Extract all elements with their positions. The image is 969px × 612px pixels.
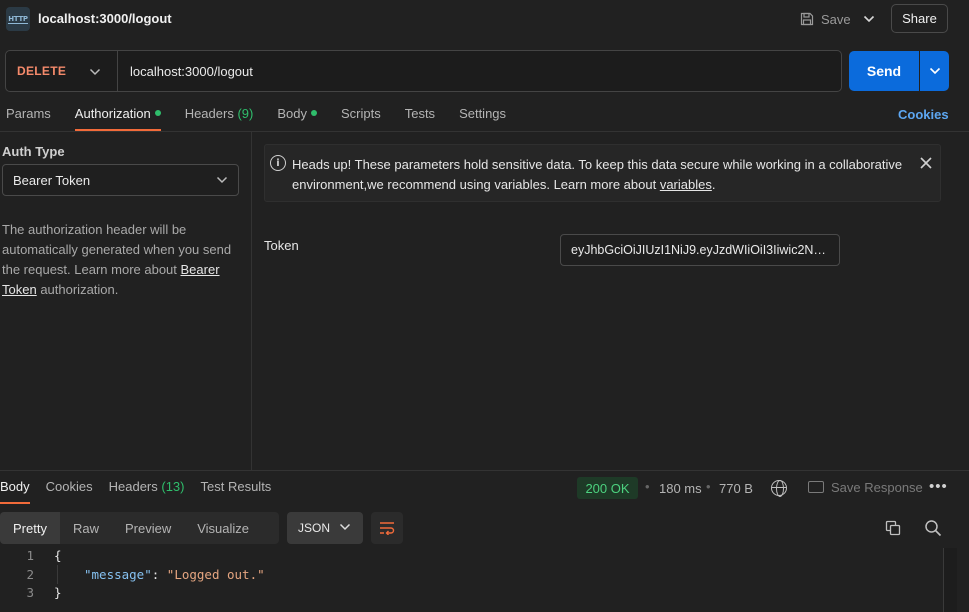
copy-icon[interactable] bbox=[885, 520, 901, 536]
save-response-icon bbox=[808, 481, 824, 493]
tab-headers[interactable]: Headers (9) bbox=[185, 106, 254, 130]
auth-desc-text-end: authorization. bbox=[36, 282, 119, 297]
tab-label: Authorization bbox=[74, 106, 151, 121]
http-icon-text: HTTP bbox=[8, 14, 28, 24]
tab-settings[interactable]: Settings bbox=[459, 106, 506, 130]
json-key: "message" bbox=[84, 566, 152, 582]
line-number: 1 bbox=[26, 548, 34, 563]
close-icon[interactable] bbox=[920, 156, 932, 174]
tab-tests[interactable]: Tests bbox=[405, 106, 435, 130]
line-number: 3 bbox=[26, 585, 34, 600]
mode-pretty[interactable]: Pretty bbox=[0, 512, 60, 544]
status-dot bbox=[310, 110, 317, 116]
json-colon: : bbox=[151, 566, 167, 582]
url-input[interactable]: localhost:3000/logout bbox=[130, 64, 253, 79]
tab-label: Tests bbox=[404, 106, 436, 121]
status-dot bbox=[154, 110, 161, 116]
tab-response-headers[interactable]: Headers (13) bbox=[109, 479, 185, 503]
code-line: 2 "message": "Logged out." bbox=[0, 566, 944, 585]
body-view-modes: Pretty Raw Preview Visualize bbox=[0, 512, 279, 544]
separator-dot: • bbox=[706, 479, 711, 494]
auth-type-label: Auth Type bbox=[2, 144, 65, 159]
http-file-icon: HTTP bbox=[6, 7, 30, 31]
tab-response-body[interactable]: Body bbox=[0, 479, 30, 504]
code-line: 3} bbox=[0, 584, 944, 603]
indent-guide bbox=[57, 565, 58, 584]
divider bbox=[0, 131, 969, 132]
auth-type-select[interactable]: Bearer Token bbox=[2, 164, 239, 196]
variables-link[interactable]: variables bbox=[660, 177, 712, 192]
response-tabs: Body Cookies Headers (13) Test Results bbox=[0, 479, 287, 504]
auth-description: The authorization header will be automat… bbox=[2, 220, 242, 300]
send-options-button[interactable] bbox=[920, 51, 949, 91]
sensitive-data-alert: i Heads up! These parameters hold sensit… bbox=[264, 144, 941, 202]
tab-label: Body bbox=[277, 106, 307, 121]
auth-type-value: Bearer Token bbox=[13, 173, 91, 188]
url-bar: DELETE localhost:3000/logout bbox=[5, 50, 842, 92]
save-icon bbox=[800, 12, 814, 26]
tab-label: Scripts bbox=[340, 106, 381, 121]
save-response-button[interactable]: Save Response bbox=[831, 480, 923, 495]
tab-label: Params bbox=[6, 106, 51, 121]
divider bbox=[0, 470, 969, 471]
alert-text: Heads up! These parameters hold sensitiv… bbox=[292, 155, 912, 195]
code-text: } bbox=[54, 585, 62, 600]
request-title[interactable]: localhost:3000/logout bbox=[38, 11, 172, 26]
response-body-code[interactable]: 1{ 2 "message": "Logged out." 3} bbox=[0, 547, 944, 603]
separator-dot: • bbox=[645, 479, 650, 494]
tab-scripts[interactable]: Scripts bbox=[341, 106, 381, 130]
tab-label: Settings bbox=[459, 106, 507, 121]
share-button[interactable]: Share bbox=[891, 4, 948, 33]
save-options-button[interactable] bbox=[857, 8, 881, 30]
token-input[interactable]: eyJhbGciOiJIUzI1NiJ9.eyJzdWIiOiI3Iiwic2N… bbox=[560, 234, 840, 266]
top-bar: HTTP localhost:3000/logout Save Share bbox=[0, 0, 969, 38]
code-text: { bbox=[54, 548, 62, 563]
status-badge[interactable]: 200 OK bbox=[577, 477, 638, 499]
alert-end: . bbox=[711, 177, 716, 192]
mode-preview[interactable]: Preview bbox=[112, 512, 184, 544]
response-size[interactable]: 770 B bbox=[719, 481, 753, 496]
divider bbox=[117, 51, 118, 91]
send-button[interactable]: Send bbox=[849, 51, 919, 91]
more-options-icon[interactable]: ••• bbox=[929, 478, 948, 495]
chevron-down-icon bbox=[339, 520, 351, 534]
headers-count: (13) bbox=[161, 479, 185, 494]
method-select[interactable]: DELETE bbox=[17, 64, 66, 78]
format-value: JSON bbox=[298, 521, 331, 535]
scrollbar[interactable] bbox=[943, 548, 957, 612]
info-icon: i bbox=[270, 155, 286, 171]
tab-label: Headers bbox=[108, 479, 158, 494]
alert-message: Heads up! These parameters hold sensitiv… bbox=[292, 157, 903, 192]
chevron-down-icon bbox=[929, 67, 940, 75]
json-value: "Logged out." bbox=[166, 566, 265, 582]
response-time[interactable]: 180 ms bbox=[659, 481, 702, 496]
headers-count: (9) bbox=[237, 106, 254, 121]
code-text: "message": "Logged out." bbox=[84, 566, 265, 585]
search-icon[interactable] bbox=[924, 519, 942, 537]
tab-authorization[interactable]: Authorization bbox=[74, 106, 161, 131]
format-select[interactable]: JSON bbox=[287, 512, 363, 544]
line-number: 2 bbox=[26, 566, 34, 582]
chevron-down-icon[interactable] bbox=[89, 64, 101, 79]
tab-label: Headers bbox=[184, 106, 234, 121]
divider bbox=[251, 132, 252, 470]
mode-raw[interactable]: Raw bbox=[60, 512, 112, 544]
wrap-lines-button[interactable] bbox=[371, 512, 403, 544]
request-tabs: Params Authorization Headers (9) Body Sc… bbox=[6, 106, 530, 131]
cookies-link[interactable]: Cookies bbox=[898, 107, 949, 122]
tab-response-cookies[interactable]: Cookies bbox=[46, 479, 93, 503]
chevron-down-icon bbox=[863, 15, 875, 23]
globe-icon[interactable] bbox=[771, 480, 787, 497]
tab-body[interactable]: Body bbox=[277, 106, 317, 130]
save-label: Save bbox=[821, 11, 851, 27]
tab-test-results[interactable]: Test Results bbox=[201, 479, 272, 503]
wrap-icon bbox=[380, 522, 395, 535]
token-label: Token bbox=[264, 238, 299, 253]
mode-visualize[interactable]: Visualize bbox=[184, 512, 262, 544]
code-line: 1{ bbox=[0, 547, 944, 566]
save-button[interactable]: Save bbox=[800, 9, 851, 29]
chevron-down-icon bbox=[216, 172, 228, 187]
tab-params[interactable]: Params bbox=[6, 106, 51, 130]
